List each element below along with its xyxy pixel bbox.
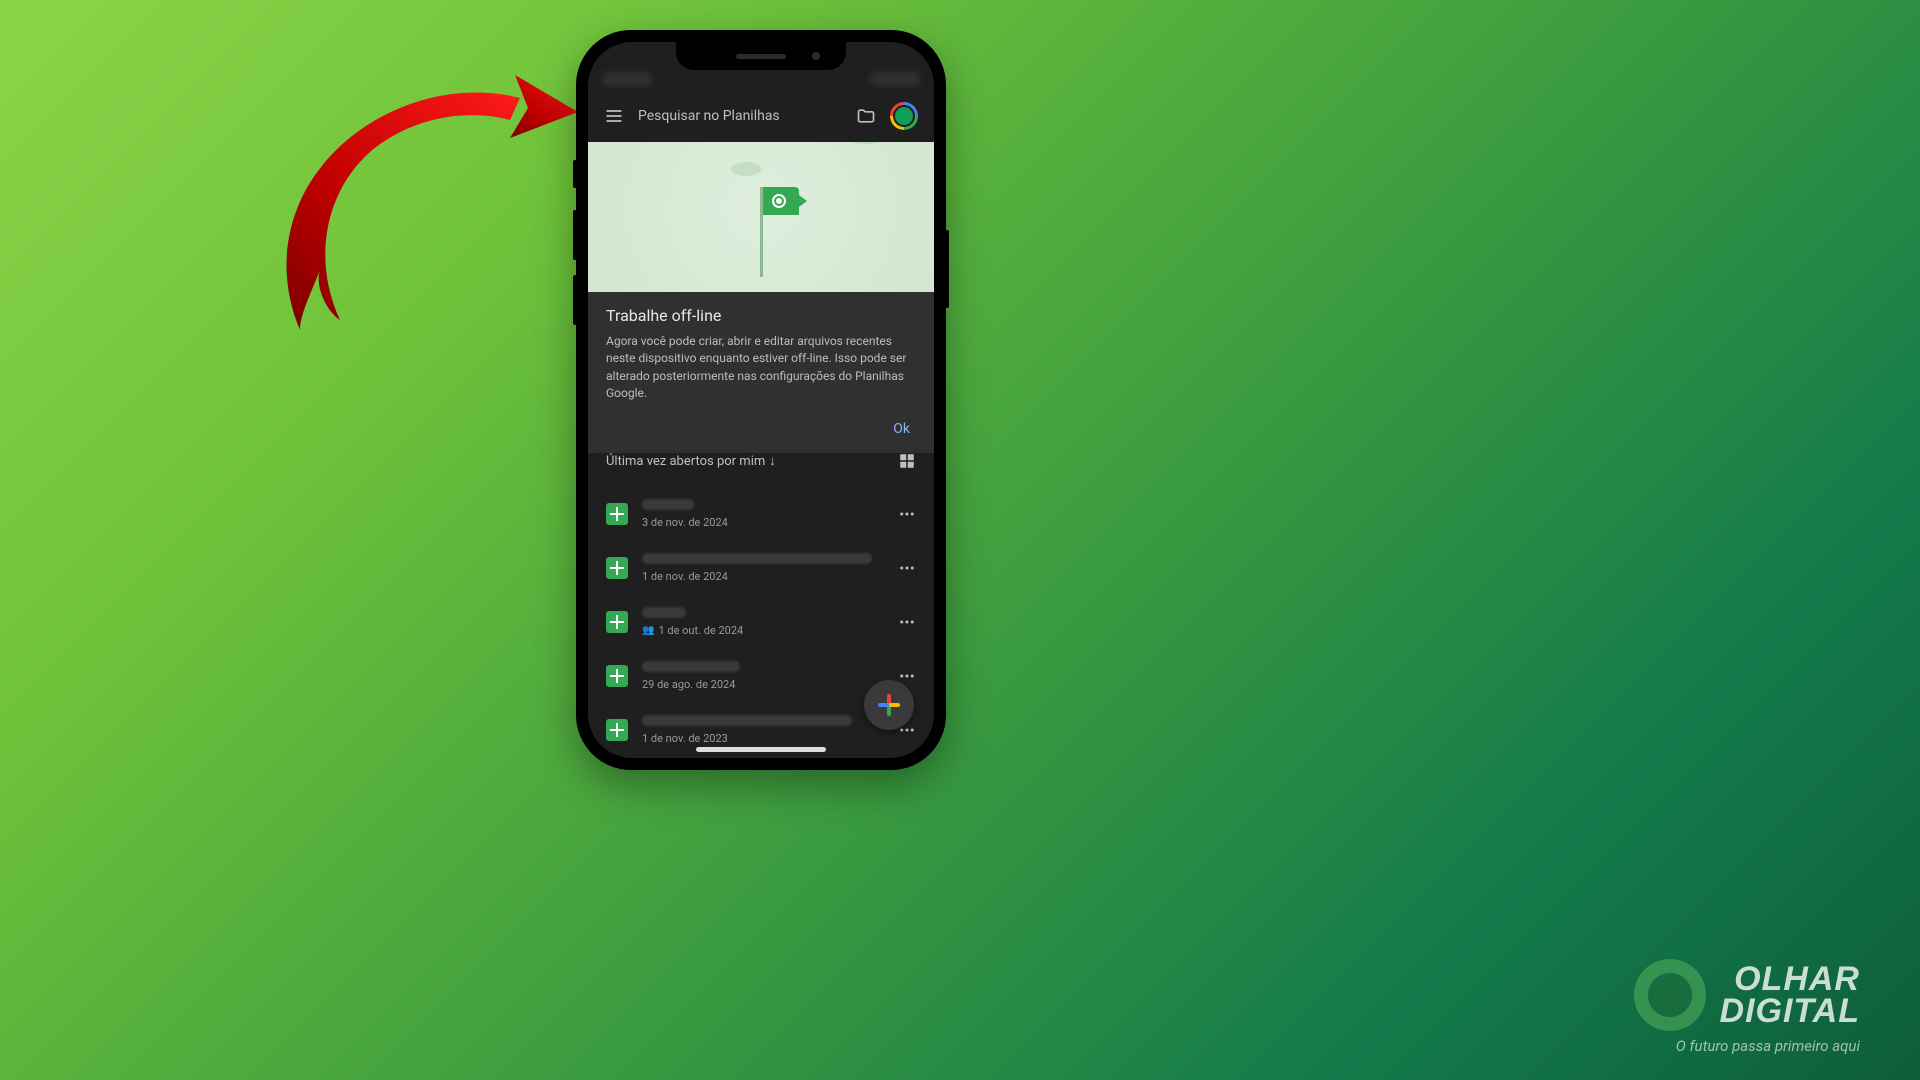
file-body: 29 de ago. de 2024 xyxy=(642,661,884,691)
plus-icon xyxy=(878,694,900,716)
shared-icon: 👥 xyxy=(642,625,654,636)
brand-ring-icon xyxy=(1634,959,1706,1031)
status-bar xyxy=(602,72,920,90)
home-indicator xyxy=(696,747,826,752)
sort-row: Última vez abertos por mim ↓ xyxy=(606,452,916,470)
file-date: 29 de ago. de 2024 xyxy=(642,678,884,691)
sort-arrow-icon: ↓ xyxy=(769,453,776,469)
file-date: 1 de nov. de 2023 xyxy=(642,732,884,745)
page-background: Pesquisar no Planilhas ✦ ✦ 🪐 ✦ xyxy=(0,0,1920,1080)
sheets-file-icon xyxy=(606,665,628,687)
file-title-redacted xyxy=(642,607,686,618)
file-title-redacted xyxy=(642,499,694,510)
file-row[interactable]: 1 de nov. de 2024 xyxy=(588,541,934,595)
sort-button[interactable]: Última vez abertos por mim ↓ xyxy=(606,453,776,469)
fab-new-button[interactable] xyxy=(864,680,914,730)
file-date: 1 de nov. de 2024 xyxy=(642,570,884,583)
offline-card: Trabalhe off-line Agora você pode criar,… xyxy=(588,292,934,453)
file-body: 👥1 de out. de 2024 xyxy=(642,607,884,637)
file-date: 👥1 de out. de 2024 xyxy=(642,624,884,637)
file-body: 1 de nov. de 2023 xyxy=(642,715,884,745)
phone-notch xyxy=(676,42,846,70)
app-topbar: Pesquisar no Planilhas xyxy=(604,102,918,130)
file-row[interactable]: 3 de nov. de 2024 xyxy=(588,487,934,541)
account-avatar[interactable] xyxy=(890,102,918,130)
phone-frame: Pesquisar no Planilhas ✦ ✦ 🪐 ✦ xyxy=(576,30,946,770)
sheets-file-icon xyxy=(606,719,628,741)
sheets-file-icon xyxy=(606,611,628,633)
brand-line2: DIGITAL xyxy=(1720,995,1860,1027)
grid-view-icon[interactable] xyxy=(898,452,916,470)
brand-tagline: O futuro passa primeiro aqui xyxy=(1634,1037,1860,1055)
menu-icon[interactable] xyxy=(604,106,624,126)
sheets-file-icon xyxy=(606,557,628,579)
file-date: 3 de nov. de 2024 xyxy=(642,516,884,529)
more-options-icon[interactable] xyxy=(898,505,916,523)
offline-card-body: Agora você pode criar, abrir e editar ar… xyxy=(606,333,916,403)
phone-screen: Pesquisar no Planilhas ✦ ✦ 🪐 ✦ xyxy=(588,42,934,758)
search-input[interactable]: Pesquisar no Planilhas xyxy=(638,108,842,124)
brand-watermark: OLHAR DIGITAL O futuro passa primeiro aq… xyxy=(1634,959,1860,1055)
sort-label: Última vez abertos por mim xyxy=(606,454,765,469)
file-body: 1 de nov. de 2024 xyxy=(642,553,884,583)
file-row[interactable]: 👥1 de out. de 2024 xyxy=(588,595,934,649)
offline-illustration: ✦ ✦ 🪐 ✦ xyxy=(588,142,934,292)
more-options-icon[interactable] xyxy=(898,559,916,577)
arrow-annotation xyxy=(270,60,580,340)
file-title-redacted xyxy=(642,661,740,672)
folder-icon[interactable] xyxy=(856,106,876,126)
sheets-file-icon xyxy=(606,503,628,525)
offline-card-title: Trabalhe off-line xyxy=(606,306,916,325)
file-title-redacted xyxy=(642,553,872,564)
brand-line1: OLHAR xyxy=(1720,963,1860,995)
file-title-redacted xyxy=(642,715,852,726)
more-options-icon[interactable] xyxy=(898,613,916,631)
ok-button[interactable]: Ok xyxy=(606,417,916,441)
file-body: 3 de nov. de 2024 xyxy=(642,499,884,529)
